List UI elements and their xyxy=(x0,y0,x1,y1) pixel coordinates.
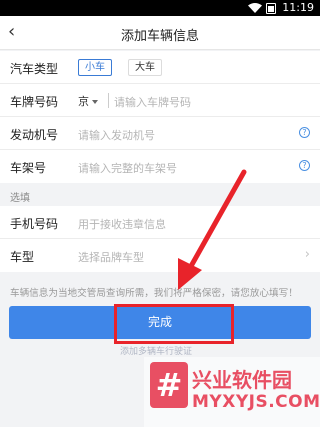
province-value: 京 xyxy=(78,95,89,108)
watermark-title: 兴业软件园 xyxy=(192,368,292,392)
divider xyxy=(108,93,109,108)
wifi-icon xyxy=(248,3,262,13)
privacy-notice: 车辆信息为当地交管局查询所需，我们将严格保密，请您放心填写！ xyxy=(10,288,298,299)
small-car-option[interactable]: 小车 xyxy=(78,59,112,76)
help-icon[interactable]: ? xyxy=(299,160,310,171)
status-bar: 11:19 xyxy=(0,0,320,16)
battery-icon xyxy=(266,3,276,14)
frame-label: 车架号 xyxy=(10,161,47,175)
sub-link[interactable]: 添加多辆车行驶证 xyxy=(120,344,192,357)
watermark-url: MYXYJS.COM xyxy=(192,392,320,412)
status-time: 11:19 xyxy=(282,1,314,14)
required-section: 汽车类型 小车 大车 车牌号码 京 请输入车牌号码 发动机号 请输入发动机号 ?… xyxy=(0,51,320,183)
frame-row: 车架号 请输入完整的车架号 ? xyxy=(0,150,320,183)
phone-label: 手机号码 xyxy=(10,217,59,231)
model-label: 车型 xyxy=(10,250,35,264)
engine-label: 发动机号 xyxy=(10,128,59,142)
province-select[interactable]: 京 xyxy=(78,93,98,109)
engine-row: 发动机号 请输入发动机号 ? xyxy=(0,117,320,150)
chevron-down-icon xyxy=(92,100,98,104)
plate-label: 车牌号码 xyxy=(10,95,59,109)
frame-input[interactable]: 请输入完整的车架号 xyxy=(78,160,177,176)
plate-row: 车牌号码 京 请输入车牌号码 xyxy=(0,84,320,117)
model-row[interactable]: 车型 选择品牌车型 › xyxy=(0,239,320,272)
phone-input[interactable]: 用于接收违章信息 xyxy=(78,216,166,232)
large-car-option[interactable]: 大车 xyxy=(128,59,162,76)
watermark-logo: # xyxy=(150,362,188,408)
title-bar: ‹ 添加车辆信息 xyxy=(0,16,320,50)
vehicle-type-row: 汽车类型 小车 大车 xyxy=(0,51,320,84)
page-title: 添加车辆信息 xyxy=(120,29,199,44)
help-icon[interactable]: ? xyxy=(299,127,310,138)
phone-row: 手机号码 用于接收违章信息 xyxy=(0,206,320,239)
optional-section: 手机号码 用于接收违章信息 车型 选择品牌车型 › xyxy=(0,206,320,272)
engine-input[interactable]: 请输入发动机号 xyxy=(78,127,155,143)
chevron-right-icon: › xyxy=(304,247,310,262)
highlight-box xyxy=(114,304,234,344)
model-select[interactable]: 选择品牌车型 xyxy=(78,249,144,265)
plate-input[interactable]: 请输入车牌号码 xyxy=(114,94,191,110)
optional-section-label: 选填 xyxy=(10,193,30,204)
vehicle-type-label: 汽车类型 xyxy=(10,62,59,76)
